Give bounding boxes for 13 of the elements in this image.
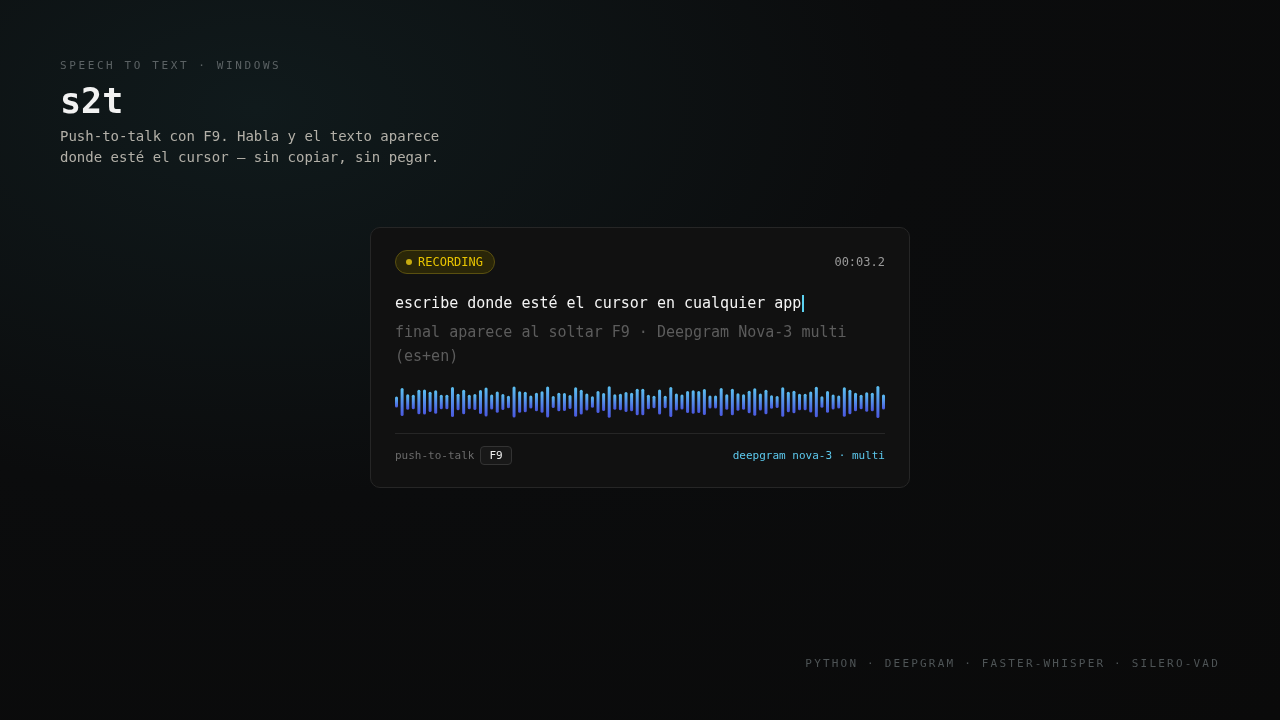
status-label: RECORDING [418, 255, 484, 269]
interim-text: final aparece al soltar F9 · Deepgram Nova-3 multi (es+en) [395, 322, 848, 367]
app-title: s2t [60, 80, 125, 122]
text-cursor-icon [802, 294, 805, 312]
model-label: deepgram nova-3 · multi [732, 449, 885, 462]
eyebrow-label: SPEECH TO TEXT · WINDOWS [60, 59, 283, 72]
transcript-text: escribe donde esté el cursor en cualquier app [395, 293, 802, 314]
hotkey-key: F9 [480, 446, 512, 465]
status-dot-icon [406, 259, 412, 265]
tech-stack-text: PYTHON · DEEPGRAM · FASTER-WHISPER · SILERO-VAD [805, 657, 1220, 670]
timer-text: 00:03.2 [834, 255, 885, 269]
description-text: Push-to-talk con F9. Habla y el texto aparece donde esté el cursor — sin copiar, sin pegar. [60, 127, 441, 167]
hotkey-label: push-to-talk [395, 449, 475, 462]
